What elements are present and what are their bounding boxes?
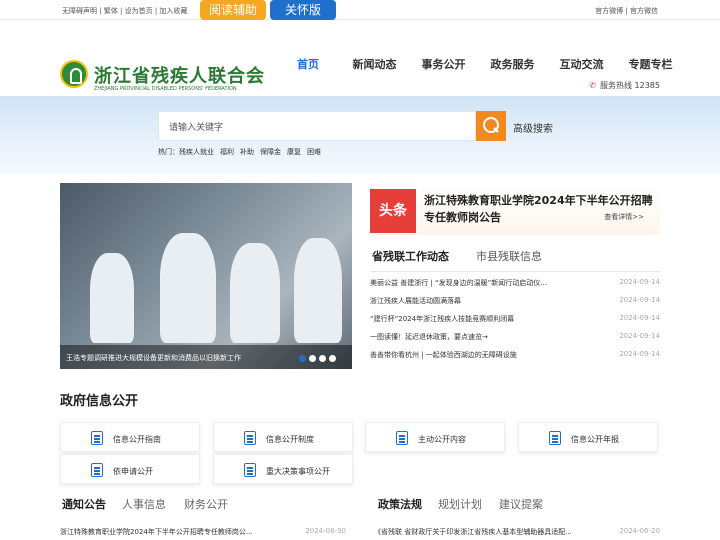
logo-subtitle: ZHEJIANG PROVINCIAL DISABLED PERSONS' FE… [94, 86, 237, 92]
card-active[interactable]: 主动公开内容 [365, 422, 505, 452]
hotline-text: 服务热线 12385 [600, 81, 660, 90]
search-banner: 请输入关键字 高级搜索 热门：残疾人就业 福利 补助 保障金 康复 困难 [0, 96, 720, 174]
news-date: 2024-09-14 [619, 332, 660, 340]
tab-plans[interactable]: 规划计划 [438, 496, 482, 512]
card-system[interactable]: 信息公开制度 [213, 422, 353, 452]
social-links[interactable]: 官方微博 | 官方微信 [595, 6, 658, 16]
card-guide[interactable]: 信息公开指南 [60, 422, 200, 452]
list-icon [396, 431, 408, 445]
headline-tag: 头条 [370, 189, 416, 233]
document-icon [244, 431, 256, 445]
policy-date: 2024-06-20 [619, 527, 660, 535]
news-date: 2024-09-14 [619, 350, 660, 358]
photo-figure [90, 253, 134, 343]
tab-policy[interactable]: 政策法规 [378, 496, 422, 512]
headline: 头条 浙江特殊教育职业学院2024年下半年公开招聘专任教师岗公告 查看详情>> [370, 183, 660, 235]
notice-date: 2024-08-30 [305, 527, 346, 535]
news-date: 2024-09-14 [619, 278, 660, 286]
card-apply[interactable]: 依申请公开 [60, 454, 200, 484]
slide-dot[interactable] [309, 355, 316, 362]
slide-dots [299, 355, 336, 362]
news-title[interactable]: 一图读懂！延迟退休政策，要点速览→ [370, 332, 488, 350]
slide-dot[interactable] [319, 355, 326, 362]
document-icon [91, 431, 103, 445]
slide-dot[interactable] [329, 355, 336, 362]
news-title[interactable]: 善善带你看杭州 | 一起体验西湖边的无障碍设施 [370, 350, 517, 368]
hotline: ✆ 服务热线 12385 [589, 80, 660, 91]
card-label: 主动公开内容 [418, 435, 466, 444]
nav-home[interactable]: 首页 [292, 56, 324, 72]
document-icon [91, 463, 103, 477]
hot-term[interactable]: 残疾人就业 [179, 148, 214, 156]
search-input[interactable]: 请输入关键字 [158, 111, 476, 141]
tab-personnel[interactable]: 人事信息 [122, 496, 166, 512]
logo-icon[interactable] [60, 60, 88, 88]
hot-term[interactable]: 康复 [287, 148, 301, 156]
site-header: 浙江省残疾人联合会 ZHEJIANG PROVINCIAL DISABLED P… [0, 20, 720, 96]
tab-city[interactable]: 市县残联信息 [476, 248, 542, 264]
nav-news[interactable]: 新闻动态 [340, 56, 409, 72]
news-title[interactable]: 美丽公益 善建浙行 | “发现身边的温暖”新闻行动启动仪... [370, 278, 547, 296]
top-bar: 无障碍声明 | 繁体 | 设为首页 | 加入收藏 阅读辅助 关怀版 官方微博 |… [0, 0, 720, 20]
card-annual[interactable]: 信息公开年报 [518, 422, 658, 452]
news-tabs: 省残联工作动态 市县残联信息 [370, 248, 660, 272]
report-icon [549, 431, 561, 445]
nav-topics[interactable]: 专题专栏 [616, 56, 685, 72]
nav-services[interactable]: 政务服务 [478, 56, 547, 72]
card-label: 信息公开指南 [113, 435, 161, 444]
news-slideshow[interactable]: 王浩专题调研推进大规模设备更新和消费品以旧换新工作 [60, 183, 352, 369]
nav-interaction[interactable]: 互动交流 [547, 56, 616, 72]
slide-dot[interactable] [299, 355, 306, 362]
read-assist-button[interactable]: 阅读辅助 [200, 0, 266, 20]
tab-notice[interactable]: 通知公告 [62, 496, 106, 512]
policy-title[interactable]: 《省残联 省财政厅关于印发浙江省残疾人基本型辅助器具适配... [374, 527, 572, 537]
card-decisions[interactable]: 重大决策事项公开 [213, 454, 353, 484]
tab-proposals[interactable]: 建议提案 [499, 496, 543, 512]
logo-title[interactable]: 浙江省残疾人联合会 [94, 62, 265, 88]
news-list: 美丽公益 善建浙行 | “发现身边的温暖”新闻行动启动仪... 2024-09-1… [370, 278, 660, 368]
news-date: 2024-09-14 [619, 296, 660, 304]
card-label: 依申请公开 [113, 467, 153, 476]
tab-finance[interactable]: 财务公开 [184, 496, 228, 512]
hot-term[interactable]: 困难 [307, 148, 321, 156]
photo-figure [294, 238, 342, 343]
main-nav: 首页 新闻动态 事务公开 政务服务 互动交流 专题专栏 [292, 56, 685, 72]
list-item[interactable]: 《省残联 省财政厅关于印发浙江省残疾人基本型辅助器具适配... 2024-06-2… [374, 527, 660, 537]
list-item[interactable]: 一图读懂！延迟退休政策，要点速览→ 2024-09-14 [370, 332, 660, 350]
phone-icon: ✆ [589, 81, 596, 90]
hot-term[interactable]: 保障金 [260, 148, 281, 156]
list-item[interactable]: 浙江残疾人展能活动圆满落幕 2024-09-14 [370, 296, 660, 314]
hot-terms: 热门：残疾人就业 福利 补助 保障金 康复 困难 [158, 147, 327, 157]
advanced-search-link[interactable]: 高级搜索 [513, 120, 553, 135]
nav-affairs[interactable]: 事务公开 [409, 56, 478, 72]
list-item[interactable]: 善善带你看杭州 | 一起体验西湖边的无障碍设施 2024-09-14 [370, 350, 660, 368]
news-date: 2024-09-14 [619, 314, 660, 322]
list-item[interactable]: “建行杯”2024年浙江残疾人技能竞赛顺利闭幕 2024-09-14 [370, 314, 660, 332]
card-label: 信息公开年报 [571, 435, 619, 444]
card-label: 重大决策事项公开 [266, 467, 330, 476]
document-icon [244, 463, 256, 477]
notice-title[interactable]: 浙江特殊教育职业学院2024年下半年公开招聘专任教师岗公... [60, 527, 253, 537]
photo-figure [160, 233, 216, 343]
card-label: 信息公开制度 [266, 435, 314, 444]
list-item[interactable]: 浙江特殊教育职业学院2024年下半年公开招聘专任教师岗公... 2024-08-3… [60, 527, 346, 537]
list-item[interactable]: 美丽公益 善建浙行 | “发现身边的温暖”新闻行动启动仪... 2024-09-1… [370, 278, 660, 296]
hot-label: 热门： [158, 148, 179, 156]
headline-more-link[interactable]: 查看详情>> [604, 212, 644, 222]
care-mode-button[interactable]: 关怀版 [270, 0, 336, 20]
news-title[interactable]: 浙江残疾人展能活动圆满落幕 [370, 296, 461, 314]
top-links[interactable]: 无障碍声明 | 繁体 | 设为首页 | 加入收藏 [62, 6, 187, 16]
hot-term[interactable]: 补助 [240, 148, 254, 156]
news-title[interactable]: “建行杯”2024年浙江残疾人技能竞赛顺利闭幕 [370, 314, 514, 332]
search-button[interactable] [476, 111, 506, 141]
photo-figure [230, 243, 280, 343]
tab-provincial[interactable]: 省残联工作动态 [372, 248, 449, 264]
gov-info-title: 政府信息公开 [60, 394, 139, 409]
hot-term[interactable]: 福利 [220, 148, 234, 156]
